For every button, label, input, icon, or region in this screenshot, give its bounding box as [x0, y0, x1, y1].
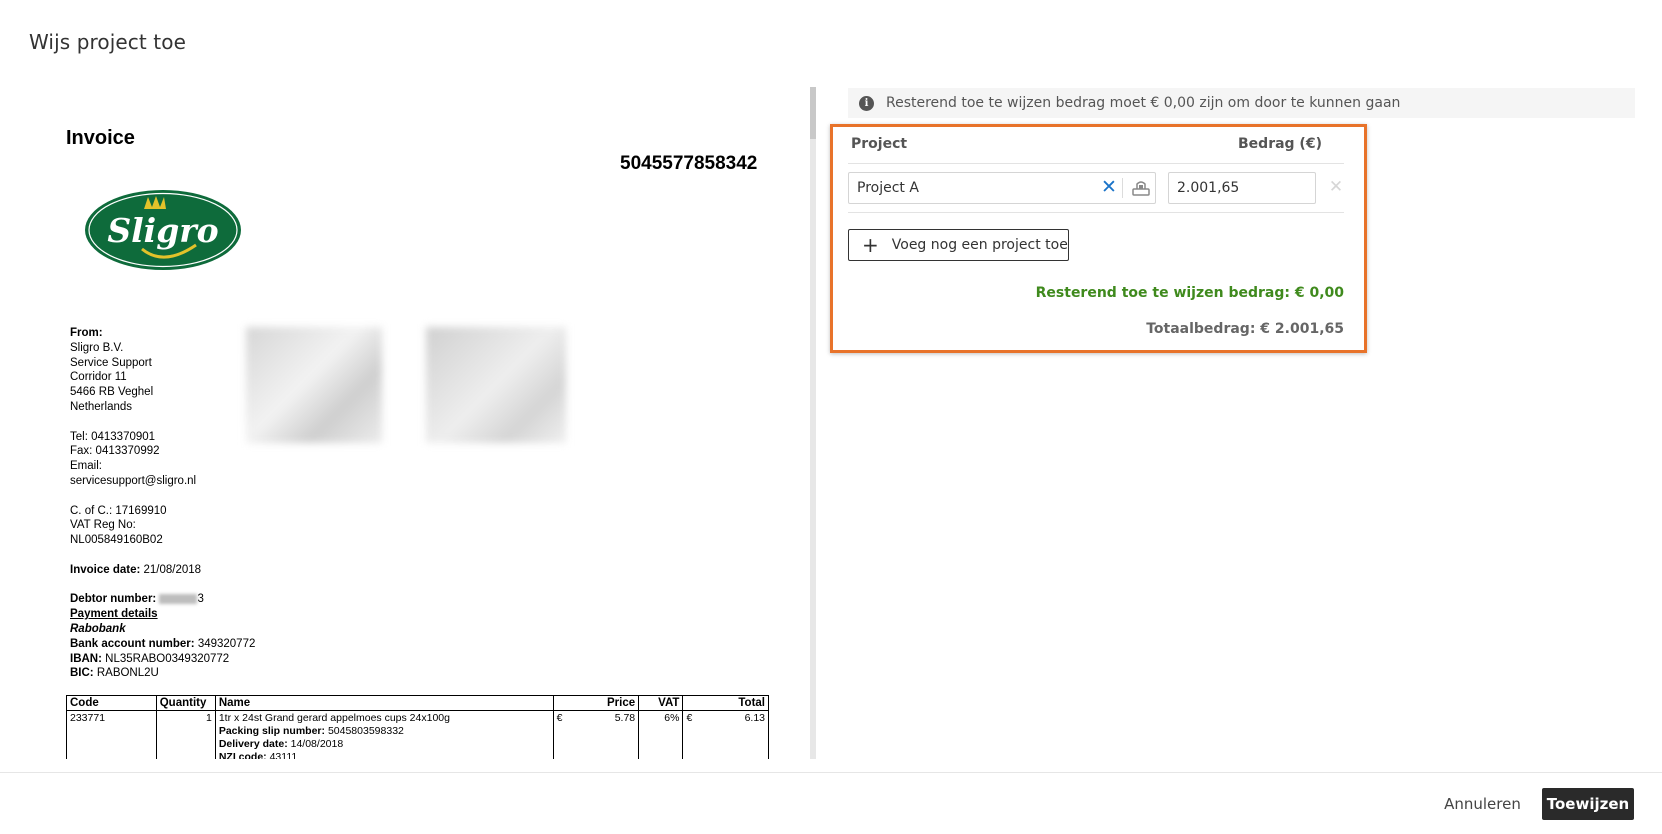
from-line: 5466 RB Veghel	[70, 386, 154, 399]
payment-details-label: Payment details	[70, 608, 158, 621]
project-select-field[interactable]: Project A ✕	[848, 172, 1156, 204]
bank-account: Bank account number: 349320772	[70, 637, 256, 650]
iban: IBAN: NL35RABO0349320772	[70, 652, 230, 665]
add-project-label: Voeg nog een project toe	[891, 237, 1068, 253]
from-line: Service Support	[70, 356, 152, 369]
preview-scrollbar[interactable]	[810, 87, 816, 759]
divider	[848, 212, 1344, 213]
column-header: Code	[66, 695, 157, 711]
invoice-items-table: Code Quantity Name Price VAT Total 23377…	[66, 695, 769, 759]
tel: Tel: 0413370901	[70, 430, 156, 443]
from-label: From:	[70, 327, 103, 339]
cancel-button[interactable]: Annuleren	[1440, 788, 1525, 820]
table-header-row: Code Quantity Name Price VAT Total	[66, 695, 769, 711]
fax: Fax: 0413370992	[70, 445, 160, 458]
scrollbar-thumb[interactable]	[810, 87, 816, 139]
cell-quantity: 1	[155, 710, 216, 759]
info-message: i Resterend toe te wijzen bedrag moet € …	[848, 88, 1635, 118]
column-header: Total	[682, 695, 769, 711]
info-text: Resterend toe te wijzen bedrag moet € 0,…	[886, 95, 1401, 111]
dialog-title: Wijs project toe	[29, 30, 186, 54]
from-line: Corridor 11	[70, 371, 127, 384]
remaining-amount: Resterend toe te wijzen bedrag: € 0,00	[1035, 285, 1344, 301]
amount-column-header: Bedrag (€)	[1238, 136, 1322, 152]
invoice-date: Invoice date: 21/08/2018	[70, 563, 202, 576]
debtor-number: Debtor number: 3	[70, 593, 204, 606]
project-value: Project A	[857, 180, 919, 196]
column-header: Quantity	[155, 695, 216, 711]
clear-project-icon[interactable]: ✕	[1097, 176, 1121, 200]
amount-input[interactable]: 2.001,65	[1168, 172, 1316, 204]
vat-number: NL005849160B02	[70, 534, 163, 547]
redacted-debtor	[159, 594, 198, 605]
item-name: 1tr x 24st Grand gerard appelmoes cups 2…	[218, 712, 450, 724]
plus-icon: +	[862, 233, 879, 257]
footer-divider	[0, 772, 1662, 773]
assign-button[interactable]: Toewijzen	[1542, 788, 1634, 820]
table-row: 233771 1 1tr x 24st Grand gerard appelmo…	[66, 710, 769, 759]
email: servicesupport@sligro.nl	[70, 474, 197, 487]
column-header: Price	[552, 695, 640, 711]
redacted-block	[426, 327, 566, 443]
cell-name: 1tr x 24st Grand gerard appelmoes cups 2…	[214, 710, 554, 759]
project-column-header: Project	[851, 136, 908, 152]
invoice-preview[interactable]: Invoice 5045577858342 Sligro From: Sligr…	[30, 87, 820, 759]
info-icon: i	[859, 95, 874, 111]
bic: BIC: RABONL2U	[70, 667, 159, 680]
email-label: Email:	[70, 460, 102, 473]
remove-row-icon[interactable]: ✕	[1326, 176, 1346, 198]
logo-text: Sligro	[107, 211, 218, 250]
vat-label: VAT Reg No:	[70, 519, 136, 532]
cell-code: 233771	[66, 710, 157, 759]
cell-total: €6.13	[682, 710, 769, 759]
sligro-logo: Sligro	[85, 190, 241, 270]
coc: C. of C.: 17169910	[70, 504, 167, 517]
from-line: Netherlands	[70, 400, 133, 413]
lookup-icon[interactable]	[1130, 179, 1152, 197]
invoice-number: 5045577858342	[620, 153, 758, 174]
invoice-address-block: From: Sligro B.V. Service Support Corrid…	[70, 326, 280, 681]
column-header: VAT	[638, 695, 684, 711]
column-header: Name	[214, 695, 554, 711]
invoice-title: Invoice	[66, 127, 135, 149]
add-project-button[interactable]: + Voeg nog een project toe	[848, 229, 1069, 261]
total-amount: Totaalbedrag: € 2.001,65	[1146, 321, 1344, 337]
from-line: Sligro B.V.	[70, 341, 124, 354]
divider	[1122, 178, 1123, 198]
bank-name: Rabobank	[70, 622, 126, 635]
divider	[848, 163, 1344, 164]
cell-vat: 6%	[638, 710, 684, 759]
cell-price: €5.78	[552, 710, 640, 759]
